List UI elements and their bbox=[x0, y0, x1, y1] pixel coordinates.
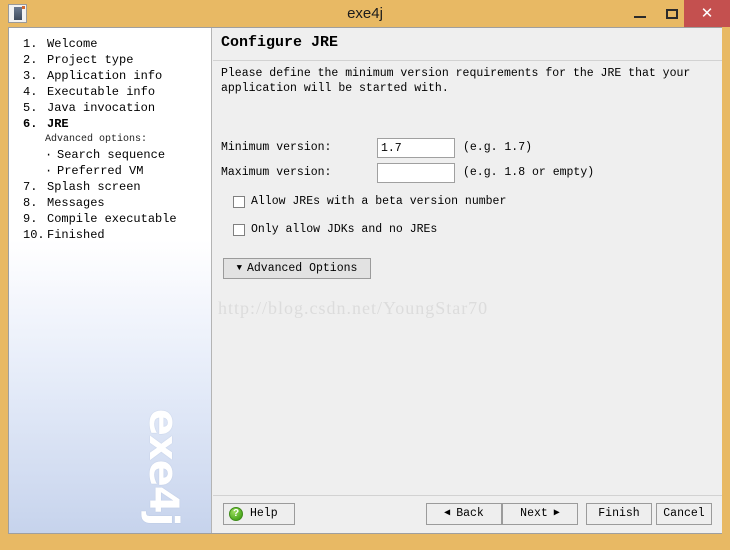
step-label: Executable info bbox=[47, 85, 156, 99]
app-icon-dot bbox=[22, 6, 25, 9]
sidebar-item-project-type[interactable]: 2. Project type bbox=[9, 52, 211, 68]
step-number: 7. bbox=[23, 180, 38, 194]
finish-button[interactable]: Finish bbox=[586, 503, 652, 525]
allow-beta-jres-label: Allow JREs with a beta version number bbox=[251, 195, 507, 208]
bullet-icon: · bbox=[45, 164, 53, 178]
arrow-right-icon: ▶ bbox=[553, 508, 560, 519]
close-button[interactable]: ✕ bbox=[684, 0, 730, 27]
help-icon: ? bbox=[229, 507, 243, 521]
step-number: 1. bbox=[23, 37, 38, 51]
advanced-options-label: Advanced Options bbox=[246, 262, 358, 275]
step-label: Messages bbox=[47, 196, 105, 210]
step-label: Application info bbox=[47, 69, 163, 83]
step-number: 2. bbox=[23, 53, 38, 67]
chevron-down-icon: ▼ bbox=[236, 263, 242, 273]
sidebar-item-finished[interactable]: 10. Finished bbox=[9, 227, 211, 243]
minimum-version-label: Minimum version: bbox=[221, 141, 332, 154]
title-bar: exe4j ✕ bbox=[0, 0, 730, 27]
allow-beta-jres-checkbox[interactable] bbox=[233, 196, 245, 208]
content-panel: Configure JRE Please define the minimum … bbox=[213, 28, 722, 533]
only-jdks-checkbox[interactable] bbox=[233, 224, 245, 236]
step-label: Splash screen bbox=[47, 180, 141, 194]
minimize-icon bbox=[634, 16, 646, 18]
back-button[interactable]: ◀ Back bbox=[426, 503, 502, 525]
step-label: Java invocation bbox=[47, 101, 156, 115]
step-label: JRE bbox=[47, 117, 69, 131]
sidebar-item-messages[interactable]: 8. Messages bbox=[9, 195, 211, 211]
window-title: exe4j bbox=[347, 5, 383, 22]
app-icon-glyph bbox=[14, 7, 22, 20]
help-icon-glyph: ? bbox=[232, 508, 240, 519]
maximum-version-input[interactable] bbox=[377, 163, 455, 183]
minimum-version-input[interactable] bbox=[377, 138, 455, 158]
sidebar-item-executable-info[interactable]: 4. Executable info bbox=[9, 84, 211, 100]
exe4j-logo-text: exe4j bbox=[140, 408, 186, 526]
sidebar-item-welcome[interactable]: 1. Welcome bbox=[9, 36, 211, 52]
only-jdks-label: Only allow JDKs and no JREs bbox=[251, 223, 438, 236]
help-button-label: Help bbox=[250, 507, 278, 520]
close-icon: ✕ bbox=[700, 5, 714, 22]
exe4j-logo: exe4j bbox=[133, 399, 193, 526]
cancel-button-label: Cancel bbox=[663, 507, 705, 520]
step-label: Finished bbox=[47, 228, 105, 242]
sidebar-item-java-invocation[interactable]: 5. Java invocation bbox=[9, 100, 211, 116]
cancel-button[interactable]: Cancel bbox=[656, 503, 712, 525]
sidebar-item-preferred-vm[interactable]: · Preferred VM bbox=[9, 163, 211, 179]
step-number: 8. bbox=[23, 196, 38, 210]
sidebar-item-compile-executable[interactable]: 9. Compile executable bbox=[9, 211, 211, 227]
page-title: Configure JRE bbox=[221, 34, 339, 51]
app-icon bbox=[8, 4, 27, 23]
step-number: 10. bbox=[23, 228, 45, 242]
step-number: 5. bbox=[23, 101, 38, 115]
watermark-text: http://blog.csdn.net/YoungStar70 bbox=[218, 298, 489, 318]
advanced-options-button[interactable]: ▼ Advanced Options bbox=[223, 258, 371, 279]
maximum-version-label: Maximum version: bbox=[221, 166, 332, 179]
client-area: 1. Welcome 2. Project type 3. Applicatio… bbox=[8, 27, 722, 534]
sidebar-item-splash-screen[interactable]: 7. Splash screen bbox=[9, 179, 211, 195]
wizard-button-bar: ? Help ◀ Back Next ▶ Finish Cancel bbox=[213, 495, 722, 533]
step-number: 9. bbox=[23, 212, 38, 226]
page-description: Please define the minimum version requir… bbox=[221, 67, 691, 95]
sidebar-item-application-info[interactable]: 3. Application info bbox=[9, 68, 211, 84]
minimum-version-hint: (e.g. 1.7) bbox=[463, 141, 533, 154]
arrow-left-icon: ◀ bbox=[444, 508, 451, 519]
sub-step-label: Preferred VM bbox=[57, 164, 144, 178]
next-button[interactable]: Next ▶ bbox=[502, 503, 578, 525]
minimize-button[interactable] bbox=[624, 0, 656, 27]
wizard-steps-sidebar: 1. Welcome 2. Project type 3. Applicatio… bbox=[9, 28, 212, 533]
step-number: 6. bbox=[23, 117, 38, 131]
finish-button-label: Finish bbox=[598, 507, 640, 520]
page-header: Configure JRE bbox=[213, 28, 722, 61]
sub-step-label: Search sequence bbox=[57, 148, 166, 162]
help-button[interactable]: ? Help bbox=[223, 503, 295, 525]
back-button-label: Back bbox=[456, 507, 484, 520]
next-button-label: Next bbox=[520, 507, 548, 520]
sidebar-advanced-options-label: Advanced options: bbox=[45, 134, 148, 145]
bullet-icon: · bbox=[45, 148, 53, 162]
maximize-icon bbox=[666, 9, 678, 19]
step-label: Welcome bbox=[47, 37, 98, 51]
sidebar-item-search-sequence[interactable]: · Search sequence bbox=[9, 147, 211, 163]
maximum-version-hint: (e.g. 1.8 or empty) bbox=[463, 166, 595, 179]
step-label: Compile executable bbox=[47, 212, 177, 226]
step-label: Project type bbox=[47, 53, 134, 67]
step-number: 3. bbox=[23, 69, 38, 83]
step-number: 4. bbox=[23, 85, 38, 99]
application-window: exe4j ✕ 1. Welcome 2. Project type 3. Ap… bbox=[0, 0, 730, 550]
wizard-steps-list: 1. Welcome 2. Project type 3. Applicatio… bbox=[9, 36, 211, 243]
sidebar-item-jre[interactable]: 6. JRE bbox=[9, 116, 211, 132]
